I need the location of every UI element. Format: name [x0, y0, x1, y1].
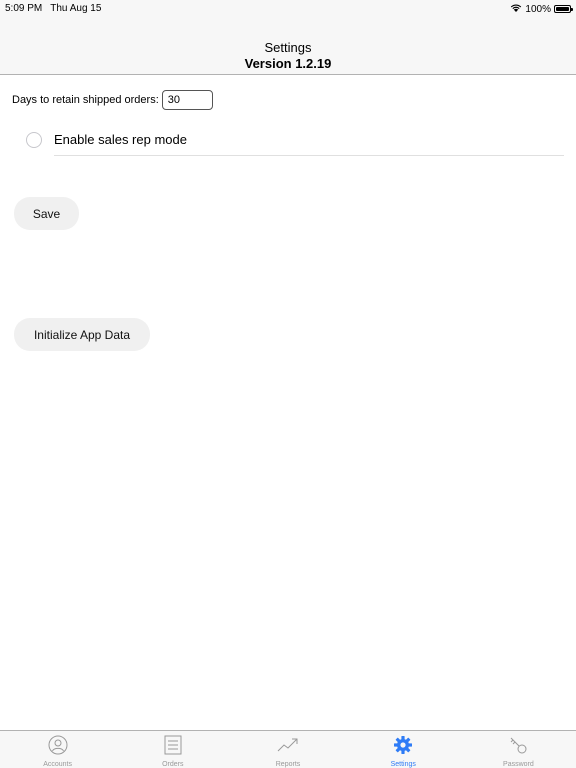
battery-icon: [554, 5, 573, 13]
tab-password[interactable]: Password: [461, 731, 576, 768]
battery-percent: 100%: [525, 3, 551, 15]
tab-orders[interactable]: Orders: [115, 731, 230, 768]
sales-rep-radio[interactable]: [26, 132, 42, 148]
status-bar: 5:09 PM Thu Aug 15 100%: [0, 0, 576, 16]
tab-label: Accounts: [43, 761, 72, 768]
status-time: 5:09 PM: [5, 3, 43, 14]
key-icon: [507, 735, 529, 760]
days-retain-label: Days to retain shipped orders:: [12, 94, 159, 106]
list-icon: [162, 735, 184, 760]
sales-rep-mode-row[interactable]: Enable sales rep mode: [0, 124, 576, 156]
divider: [54, 155, 564, 156]
person-icon: [47, 735, 69, 760]
days-retain-input[interactable]: [161, 90, 213, 110]
sales-rep-label: Enable sales rep mode: [54, 132, 187, 147]
wifi-icon: [510, 3, 522, 15]
tab-bar: Accounts Orders Reports Settings Passwor…: [0, 730, 576, 768]
gear-icon: [392, 735, 414, 760]
tab-label: Password: [503, 761, 534, 768]
tab-settings[interactable]: Settings: [346, 731, 461, 768]
days-retain-row: Days to retain shipped orders:: [12, 90, 213, 110]
trend-icon: [277, 735, 299, 760]
save-button[interactable]: Save: [14, 197, 79, 230]
page-title: Settings: [264, 40, 312, 55]
tab-label: Settings: [390, 761, 416, 768]
tab-label: Orders: [162, 761, 184, 768]
tab-label: Reports: [275, 761, 301, 768]
tab-accounts[interactable]: Accounts: [0, 731, 115, 768]
navigation-bar: Settings Version 1.2.19: [0, 16, 576, 75]
status-date: Thu Aug 15: [50, 3, 102, 14]
version-label: Version 1.2.19: [244, 56, 332, 71]
initialize-app-data-button[interactable]: Initialize App Data: [14, 318, 150, 351]
tab-reports[interactable]: Reports: [230, 731, 345, 768]
